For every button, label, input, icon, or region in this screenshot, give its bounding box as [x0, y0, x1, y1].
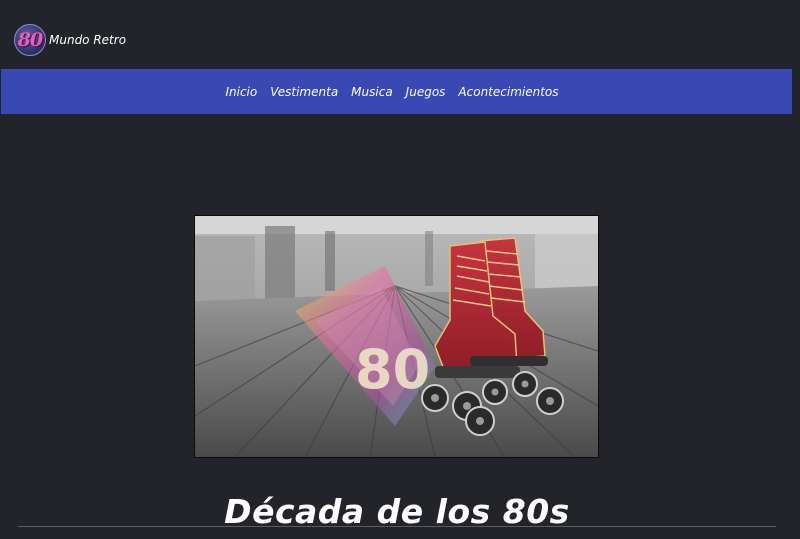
- logo-80-icon[interactable]: 80: [14, 24, 46, 56]
- brand-name[interactable]: Mundo Retro: [49, 33, 126, 47]
- nav-item-acontecimientos[interactable]: Acontecimientos: [458, 85, 558, 99]
- floor-80-text: 80: [355, 338, 430, 401]
- nav-item-musica[interactable]: Musica: [351, 85, 393, 99]
- hero-image: 80: [194, 215, 599, 458]
- nav-list: Inicio Vestimenta Musica Juegos Aconteci…: [225, 85, 558, 99]
- brand[interactable]: 80 Mundo Retro: [14, 24, 126, 56]
- nav-item-inicio[interactable]: Inicio: [225, 85, 257, 99]
- nav-item-vestimenta[interactable]: Vestimenta: [270, 85, 338, 99]
- logo-text: 80: [17, 29, 43, 51]
- roller-skates-image: 80: [195, 216, 598, 457]
- divider: [18, 526, 776, 527]
- nav-item-juegos[interactable]: Juegos: [406, 85, 446, 99]
- main-navbar: Inicio Vestimenta Musica Juegos Aconteci…: [1, 69, 792, 114]
